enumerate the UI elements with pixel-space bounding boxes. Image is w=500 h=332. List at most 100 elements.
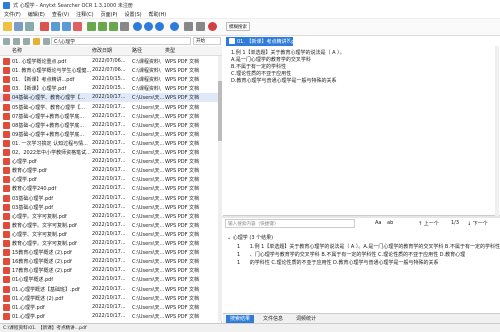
next-page-icon[interactable]: [109, 22, 118, 31]
col-path[interactable]: 路径: [132, 47, 142, 54]
file-row[interactable]: 03基础心理学.pdf 2022/10/17... C:\Users\天... WPS…: [0, 194, 222, 203]
zoom-in-icon[interactable]: [133, 22, 142, 31]
file-search-button[interactable]: 开始: [193, 37, 221, 45]
file-row[interactable]: 01.心理学.pdf 2022/10/17... C:\Users\天... WPS …: [0, 303, 222, 312]
menu-page[interactable]: 页面(P): [101, 11, 118, 18]
menu-edit[interactable]: 编辑(E): [28, 11, 45, 18]
file-row[interactable]: 教育心理学。文字可复制.pdf 2022/10/17... C:\Users\天..…: [0, 239, 222, 248]
user-icon[interactable]: [196, 22, 205, 31]
zoom-fit-icon[interactable]: [155, 22, 164, 31]
file-row[interactable]: 04基础-心理学、教育心理学【... 2022/10/17... C:\Users\…: [0, 93, 222, 103]
tab-word-stats[interactable]: 词频统计: [292, 315, 320, 323]
document-tab[interactable]: 01. 【新课】考点精讲...pdf ×: [226, 37, 299, 46]
copy-icon[interactable]: [62, 22, 71, 31]
forward-icon[interactable]: [13, 37, 20, 45]
file-name: 教育心理学。文字可复制.pdf: [12, 241, 77, 247]
file-row[interactable]: 01.心理学.pdf 2022/10/17... C:\Users\天... WPS …: [0, 312, 222, 321]
file-row[interactable]: 17教育心理学概述 (2).pdf 2022/10/17... C:\Users\天…: [0, 266, 222, 275]
result-item[interactable]: 1 、门心理学与教育学的交叉学科 B.不属于有一定的学科性 C.理论性质的不亚于…: [237, 251, 465, 258]
col-date[interactable]: 修改日期: [92, 47, 112, 54]
match-case-toggle[interactable]: Aa: [375, 220, 381, 226]
save-icon[interactable]: [14, 22, 23, 31]
file-row[interactable]: 03. 【新课】心理学.pdf 2022/10/15... C:\课程资料\ WPS …: [0, 84, 222, 93]
file-date: 2022/10/17...: [92, 285, 126, 292]
whole-word-toggle[interactable]: ab: [387, 220, 393, 226]
file-row[interactable]: 心理学。文字可复制.pdf 2022/10/17... C:\Users\天... W…: [0, 212, 222, 221]
prev-page-icon[interactable]: [98, 22, 107, 31]
col-type[interactable]: 类型: [165, 47, 175, 54]
result-item[interactable]: 1 1.例 1【单选题】关于教育心理学的说法是（ A ）。A.是一门心理学的教育…: [237, 243, 500, 250]
results-header[interactable]: ⌄ 心理学 (3 个结果): [227, 234, 273, 241]
file-name: 09基础-心理学+教育心理学底...: [12, 131, 85, 138]
file-row[interactable]: 08基础-心理学+教育心理学底... 2022/10/17... C:\Users\…: [0, 121, 222, 130]
file-row[interactable]: 01. 一次学习搞定 认知过程与情... 2022/10/17... C:\User…: [0, 139, 222, 148]
delete-icon[interactable]: [73, 22, 82, 31]
scroll-thumb[interactable]: [218, 81, 222, 141]
file-row[interactable]: 心理学、文字可复制.pdf 2022/10/17... C:\Users\天... W…: [0, 230, 222, 239]
file-row[interactable]: 心理学.pdf 2022/10/17... C:\Users\天... WPS PDF…: [0, 175, 222, 184]
pdf-icon[interactable]: [40, 22, 49, 31]
file-name: 05基础-心理学、教育心理学【...: [12, 104, 85, 111]
path-input[interactable]: C:\心理学: [51, 37, 191, 45]
file-row[interactable]: 教育心理学240.pdf 2022/10/17... C:\Users\天... WP…: [0, 184, 222, 193]
doc-search-input[interactable]: 输入搜索内容（快捷键）: [225, 219, 355, 228]
prev-result-button[interactable]: ↑ 上一个: [418, 220, 439, 227]
file-row[interactable]: 01.心理学概述【基础班】.pdf 2022/10/17... C:\Users\天…: [0, 285, 222, 294]
back-icon[interactable]: [3, 37, 10, 45]
close-icon[interactable]: ×: [286, 37, 291, 44]
file-row[interactable]: 09基础-心理学+教育心理学底... 2022/10/17... C:\Users\…: [0, 130, 222, 139]
up-icon[interactable]: [23, 37, 30, 45]
menu-view[interactable]: 查看(V): [52, 11, 69, 18]
file-type: WPS PDF 文档: [165, 77, 200, 84]
rotate-icon[interactable]: [120, 22, 129, 31]
next-result-button[interactable]: ↓ 下一个: [467, 220, 488, 227]
viewer-scrollbar[interactable]: [495, 46, 499, 216]
doc-line: A.是一门心理学的教育学的交叉学科: [231, 57, 311, 63]
open-folder-icon[interactable]: [3, 22, 12, 31]
file-row[interactable]: 01. 教育心理学概论与学生心理健... 2022/07/06... C:\课程资料…: [0, 66, 222, 75]
zoom-out-icon[interactable]: [144, 22, 153, 31]
tab-search-results[interactable]: 搜索结果: [226, 315, 255, 323]
file-row[interactable]: 01. 心理学概论重点.pdf 2022/07/06... C:\课程资料\ WPS …: [0, 57, 222, 66]
refresh-icon[interactable]: [43, 37, 50, 45]
menu-help[interactable]: 帮助(H): [149, 11, 167, 18]
file-row[interactable]: 03基础心理学.pdf 2022/10/17... C:\Users\天... WPS…: [0, 203, 222, 212]
heart-icon[interactable]: [208, 22, 217, 31]
file-row[interactable]: 05基础-心理学、教育心理学【... 2022/10/17... C:\Users\…: [0, 103, 222, 112]
file-name: 01.心理学概述 (2).pdf: [12, 295, 64, 302]
result-item[interactable]: 1 的学科性 C.理论性质的不亚于应用性 D.教育心理学与普通心理学是一般与特殊…: [237, 259, 438, 266]
file-row[interactable]: 01. 【新课】考点精讲...pdf 2022/10/15... C:\课程资料\ W…: [0, 75, 222, 84]
search-mode-dropdown[interactable]: 模糊搜索: [226, 22, 250, 31]
col-name[interactable]: 名称: [12, 47, 22, 54]
file-row[interactable]: 15教育心理学概述 (2).pdf 2022/10/17... C:\Users\天…: [0, 248, 222, 257]
file-row[interactable]: 教育心理学。文字可复制.pdf 2022/10/17... C:\Users\天..…: [0, 221, 222, 230]
file-row[interactable]: 16教育心理学概述 (2).pdf 2022/10/17... C:\Users\天…: [0, 257, 222, 266]
file-type: WPS PDF 文档: [165, 104, 200, 111]
result-counter: 1/3: [451, 220, 460, 226]
doc-line: D.教育心理学与普通心理学是一般与特殊的关系: [231, 78, 337, 84]
folder-icon[interactable]: [33, 37, 40, 45]
file-row[interactable]: 教育心理学.pdf 2022/10/17... C:\Users\天... WPS P…: [0, 166, 222, 175]
globe-icon[interactable]: [170, 22, 179, 31]
file-row[interactable]: 02、2022年中小学教师资格笔试... 2022/10/17... C:\User…: [0, 148, 222, 157]
file-row[interactable]: 01.心理学概述 (2).pdf 2022/10/17... C:\Users\天.…: [0, 294, 222, 303]
file-list-scrollbar[interactable]: [218, 56, 222, 321]
settings-icon[interactable]: [184, 22, 193, 31]
file-row[interactable]: 07基础-心理学+教育心理学底... 2022/10/17... C:\Users\…: [0, 112, 222, 121]
menu-annotate[interactable]: 注释(C): [76, 11, 93, 18]
file-row[interactable]: 01心理学概述.pdf 2022/10/17... C:\Users\天... WPS…: [0, 275, 222, 284]
pdf-file-icon: [3, 185, 10, 193]
file-date: 2022/10/17...: [92, 249, 126, 256]
search-results: ⌄ 心理学 (3 个结果) 1 1.例 1【单选题】关于教育心理学的说法是（ A…: [223, 231, 500, 313]
document-viewer[interactable]: 1.例 1【单选题】关于教育心理学的说法是（ A ）。 A.是一门心理学的教育学…: [223, 46, 500, 216]
print-icon[interactable]: [25, 22, 34, 31]
menu-settings[interactable]: 设置(S): [125, 11, 142, 18]
page-icon[interactable]: [51, 22, 60, 31]
first-page-icon[interactable]: [87, 22, 96, 31]
file-type: WPS PDF 文档: [165, 277, 200, 284]
menu-file[interactable]: 文件(F): [4, 11, 21, 18]
file-date: 2022/07/06...: [92, 58, 126, 64]
file-row[interactable]: 心理学.pdf 2022/10/17... C:\Users\天... WPS PDF…: [0, 157, 222, 166]
tab-file-info[interactable]: 文件信息: [259, 315, 287, 323]
file-date: 2022/10/17...: [92, 212, 126, 219]
